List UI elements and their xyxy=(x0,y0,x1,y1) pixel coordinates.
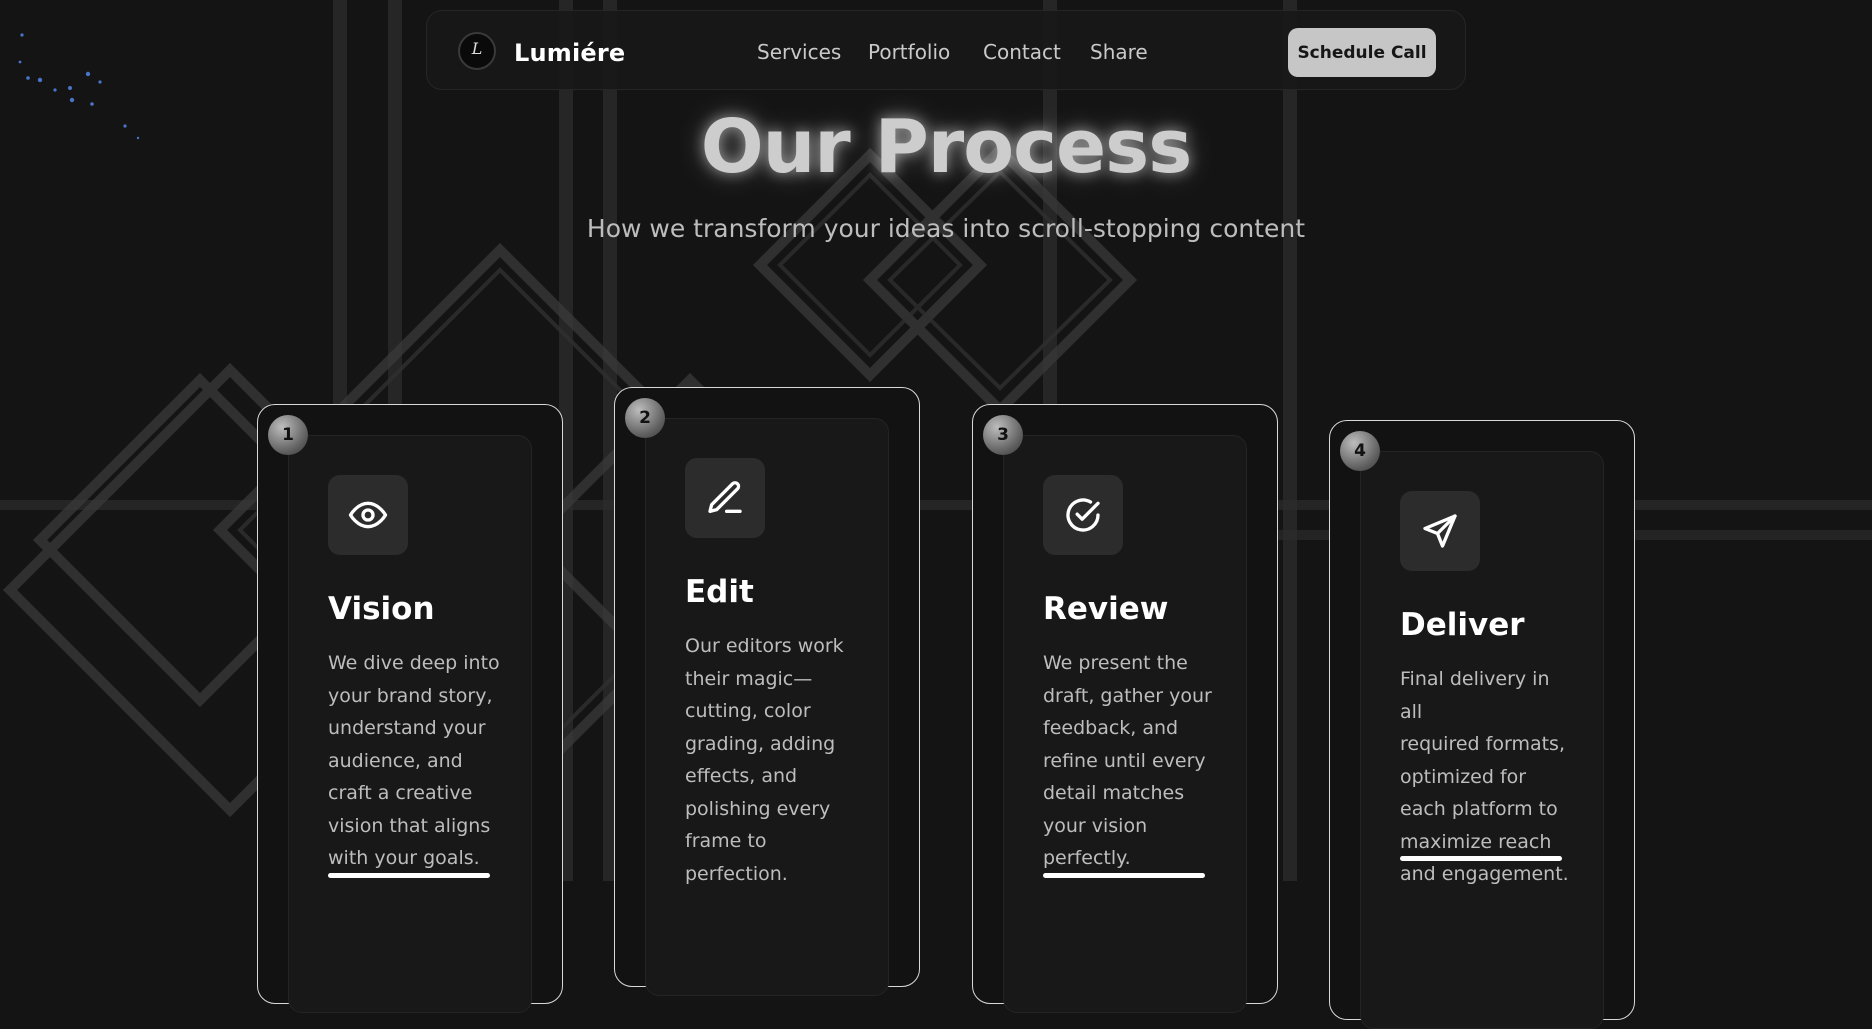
nav-link-contact[interactable]: Contact xyxy=(983,40,1061,64)
card-title: Review xyxy=(1043,591,1169,627)
pen-icon xyxy=(685,458,765,538)
card-title: Edit xyxy=(685,574,754,610)
card-description-line: your brand story, xyxy=(328,684,493,707)
send-icon xyxy=(1400,491,1480,571)
card-underline xyxy=(328,873,490,878)
card-description-line: polishing every xyxy=(685,797,831,820)
nav-link-share[interactable]: Share xyxy=(1090,40,1148,64)
process-card-review[interactable]: 3 Review We present the draft, gather yo… xyxy=(972,404,1278,1013)
card-title: Deliver xyxy=(1400,607,1525,643)
nav-link-portfolio[interactable]: Portfolio xyxy=(868,40,950,64)
card-description-line: We dive deep into xyxy=(328,652,500,674)
card-description-line: perfectly. xyxy=(1043,847,1131,869)
eye-icon xyxy=(328,475,408,555)
card-underline xyxy=(1043,873,1205,878)
page-title: Our Process xyxy=(700,104,1193,190)
card-description-line: Our editors work xyxy=(685,635,844,657)
card-description-line: craft a creative xyxy=(328,782,473,804)
page-subtitle: How we transform your ideas into scroll-… xyxy=(586,214,1306,243)
card-description: Our editors work their magic— cutting, c… xyxy=(685,630,860,890)
card-description-line: perfection. xyxy=(685,862,788,885)
card-description-line: maximize reach xyxy=(1400,830,1552,853)
card-description: We present the draft, gather your feedba… xyxy=(1043,647,1218,875)
brand-logo[interactable]: L xyxy=(458,32,496,70)
card-title: Vision xyxy=(328,591,435,627)
card-description-line: Final delivery in all xyxy=(1400,668,1550,723)
schedule-call-button[interactable]: Schedule Call xyxy=(1288,28,1436,77)
logo-glyph: L xyxy=(471,39,483,58)
card-description-line: feedback, and xyxy=(1043,717,1179,739)
card-description-line: your vision xyxy=(1043,814,1148,837)
card-description-line: and engagement. xyxy=(1400,863,1569,885)
card-description-line: audience, and xyxy=(328,749,463,772)
check-circle-icon xyxy=(1043,475,1123,555)
step-number-badge: 3 xyxy=(983,415,1023,455)
process-card-edit[interactable]: 2 Edit Our editors work their magic— cut… xyxy=(614,387,920,996)
card-description-line: grading, adding xyxy=(685,732,836,755)
nav-link-services[interactable]: Services xyxy=(757,40,841,64)
step-number-badge: 1 xyxy=(268,415,308,455)
card-description-line: frame to xyxy=(685,830,767,852)
card-description-line: draft, gather your xyxy=(1043,684,1212,707)
card-description-line: effects, and xyxy=(685,765,798,787)
card-description-line: their magic— xyxy=(685,667,813,690)
card-description-line: detail matches xyxy=(1043,782,1185,804)
card-description-line: We present the xyxy=(1043,652,1188,674)
brand-name[interactable]: Lumiére xyxy=(514,39,625,67)
card-description-line: each platform to xyxy=(1400,798,1558,820)
card-description-line: understand your xyxy=(328,717,486,739)
card-description: We dive deep into your brand story, unde… xyxy=(328,647,503,875)
card-description-line: vision that aligns xyxy=(328,814,491,837)
card-description-line: cutting, color xyxy=(685,700,811,722)
card-description-line: with your goals. xyxy=(328,847,480,869)
card-description-line: required formats, xyxy=(1400,733,1565,755)
process-card-vision[interactable]: 1 Vision We dive deep into your brand st… xyxy=(257,404,563,1013)
card-description-line: refine until every xyxy=(1043,749,1206,772)
card-underline xyxy=(1400,856,1562,861)
step-number-badge: 4 xyxy=(1340,431,1380,471)
step-number-badge: 2 xyxy=(625,398,665,438)
card-description-line: optimized for xyxy=(1400,765,1527,788)
process-card-deliver[interactable]: 4 Deliver Final delivery in all required… xyxy=(1329,420,1635,1029)
top-navbar: L Lumiére Services Portfolio Contact Sha… xyxy=(426,10,1466,90)
